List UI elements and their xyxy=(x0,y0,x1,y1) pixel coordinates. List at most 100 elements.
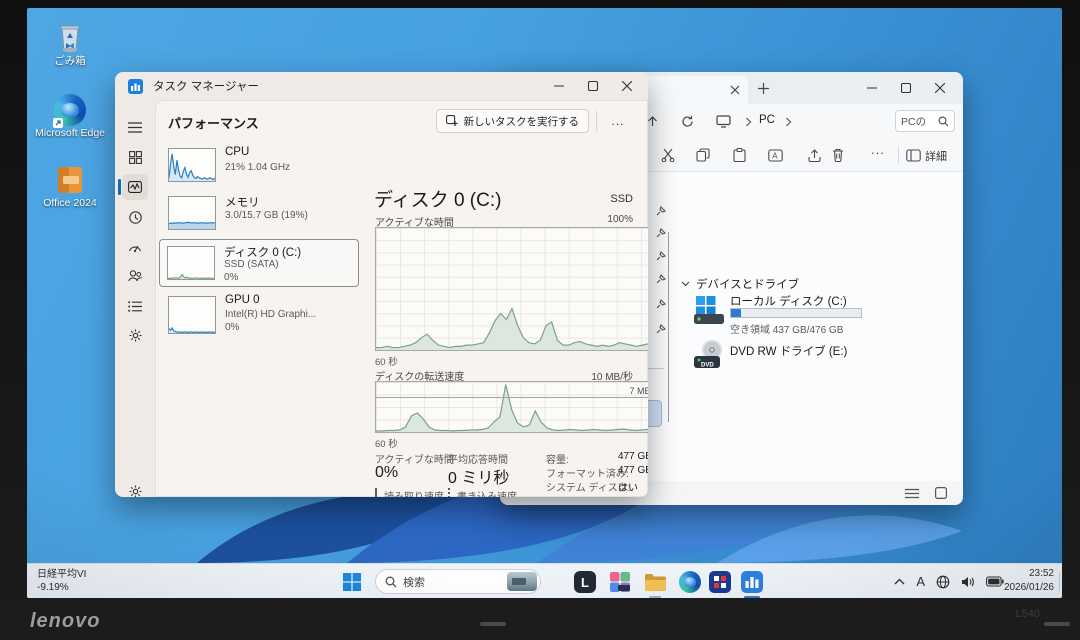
search-icon xyxy=(938,116,949,127)
prop-label: フォーマット済み: xyxy=(546,465,629,480)
delete-icon[interactable] xyxy=(832,148,844,162)
drive-name: DVD RW ドライブ (E:) xyxy=(730,343,847,359)
screen: ごみ箱 Microsoft Edge Office 2024 xyxy=(27,8,1062,598)
svg-text:A: A xyxy=(772,152,778,161)
run-new-task-button[interactable]: 新しいタスクを実行する xyxy=(436,109,590,133)
pin-icon[interactable] xyxy=(655,298,667,310)
minimize-button[interactable] xyxy=(542,74,576,98)
maximize-button[interactable] xyxy=(889,76,923,100)
widget-value: -9.19% xyxy=(37,581,86,594)
explorer-window-controls xyxy=(855,76,957,100)
tm-main-panel: パフォーマンス 新しいタスクを実行する ... CPU 21% 1.04 GHz… xyxy=(155,100,648,497)
taskbar-clock[interactable]: 23:52 2026/01/26 xyxy=(1004,567,1054,595)
paste-icon[interactable] xyxy=(733,148,746,162)
details-icon[interactable] xyxy=(122,293,148,319)
widgets-button[interactable]: 日経平均VI -9.19% xyxy=(37,568,86,594)
speaker-icon[interactable] xyxy=(961,576,975,588)
details-button-label[interactable]: 詳細 xyxy=(925,148,947,164)
cpu-sparkline xyxy=(168,148,216,182)
chart1-max: 100% xyxy=(607,214,633,225)
pin-icon[interactable] xyxy=(655,250,667,262)
share-icon[interactable] xyxy=(808,149,823,162)
search-highlight-image xyxy=(507,572,537,591)
close-button[interactable] xyxy=(610,74,644,98)
chevron-up-icon[interactable] xyxy=(894,578,905,585)
microsoft-365-button[interactable] xyxy=(607,569,633,595)
tm-sidebar xyxy=(115,100,155,497)
new-tab-icon[interactable] xyxy=(758,83,769,94)
network-icon[interactable] xyxy=(936,575,950,589)
battery-icon[interactable] xyxy=(986,576,1004,587)
desktop-icon-recycle-bin[interactable]: ごみ箱 xyxy=(33,22,107,68)
explorer-search-input[interactable]: PCの xyxy=(895,110,955,132)
pin-icon[interactable] xyxy=(655,205,667,217)
minimize-button[interactable] xyxy=(855,76,889,100)
list-view-icon[interactable] xyxy=(905,488,919,499)
tm-titlebar[interactable]: タスク マネージャー xyxy=(115,72,648,100)
pin-icon[interactable] xyxy=(655,323,667,335)
performance-icon[interactable] xyxy=(122,174,148,200)
edge-button[interactable] xyxy=(677,569,703,595)
details-view-icon[interactable] xyxy=(906,149,921,162)
desktop-icon-label: Office 2024 xyxy=(33,198,107,210)
stat-read-speed: 読み取り速度 0 KB/秒 xyxy=(375,488,444,497)
l-app-icon: L xyxy=(574,571,596,593)
startup-apps-icon[interactable] xyxy=(122,234,148,260)
services-icon[interactable] xyxy=(122,322,148,348)
metric-sub: SSD (SATA) xyxy=(224,259,279,270)
metric-disk-selected[interactable]: ディスク 0 (C:) SSD (SATA) 0% xyxy=(159,239,359,287)
metric-sub: 0% xyxy=(225,322,239,333)
app-history-icon[interactable] xyxy=(122,204,148,230)
prop-label: 容量: xyxy=(546,451,569,466)
start-button[interactable] xyxy=(339,569,365,595)
refresh-icon[interactable] xyxy=(681,115,694,128)
users-icon[interactable] xyxy=(122,263,148,289)
file-explorer-icon xyxy=(644,573,667,592)
pin-icon[interactable] xyxy=(655,273,667,285)
prop-value: 477 GB xyxy=(618,451,648,462)
drive-name: ローカル ディスク (C:) xyxy=(730,293,847,309)
tm-window-controls xyxy=(542,74,644,98)
clock-time: 23:52 xyxy=(1004,567,1054,581)
bezel-bottom: lenovo L540 xyxy=(0,598,1080,640)
search-icon xyxy=(385,576,397,588)
tab-close-icon[interactable] xyxy=(730,85,740,95)
tm-more-button[interactable]: ... xyxy=(605,109,631,133)
desktop-icon-office[interactable]: Office 2024 xyxy=(33,164,107,210)
close-button[interactable] xyxy=(923,76,957,100)
section-label: デバイスとドライブ xyxy=(696,276,799,292)
metric-cpu[interactable]: CPU 21% 1.04 GHz xyxy=(161,145,429,189)
desktop-icon-label: Microsoft Edge xyxy=(33,128,107,140)
copy-icon[interactable] xyxy=(696,148,710,162)
show-desktop-button[interactable] xyxy=(1059,572,1060,591)
hamburger-icon[interactable] xyxy=(122,114,148,140)
l-app-button[interactable]: L xyxy=(572,569,598,595)
pin-icon[interactable] xyxy=(655,227,667,239)
metric-name: GPU 0 xyxy=(225,294,260,306)
large-icons-view-icon[interactable] xyxy=(935,487,947,499)
processes-icon[interactable] xyxy=(122,144,148,170)
cut-icon[interactable] xyxy=(661,148,676,162)
taskbar: 日経平均VI -9.19% 検索 L xyxy=(27,563,1062,598)
nav-scrollbar[interactable] xyxy=(668,232,669,422)
more-icon[interactable]: ... xyxy=(871,142,885,157)
metric-sub: 21% 1.04 GHz xyxy=(225,162,290,173)
metric-name: CPU xyxy=(225,146,249,158)
gpu-sparkline xyxy=(168,296,216,334)
this-pc-icon[interactable] xyxy=(716,115,731,128)
office-icon xyxy=(53,164,87,196)
maximize-button[interactable] xyxy=(576,74,610,98)
desktop-icon-edge[interactable]: Microsoft Edge xyxy=(33,94,107,140)
explorer-tab[interactable] xyxy=(640,76,748,104)
settings-gear-icon[interactable] xyxy=(122,478,148,497)
drive-free-space: 空き領域 437 GB/476 GB xyxy=(730,321,843,336)
task-manager-button[interactable] xyxy=(739,569,765,595)
section-devices-drives[interactable]: デバイスとドライブ xyxy=(681,276,799,292)
grid-app-button[interactable] xyxy=(707,569,733,595)
file-explorer-button[interactable] xyxy=(642,569,668,595)
tm-window-title: タスク マネージャー xyxy=(153,78,259,94)
ime-indicator[interactable]: A xyxy=(916,574,925,589)
taskbar-search[interactable]: 検索 xyxy=(375,569,541,594)
breadcrumb[interactable]: PC xyxy=(759,114,775,126)
rename-icon[interactable]: A xyxy=(768,149,783,162)
